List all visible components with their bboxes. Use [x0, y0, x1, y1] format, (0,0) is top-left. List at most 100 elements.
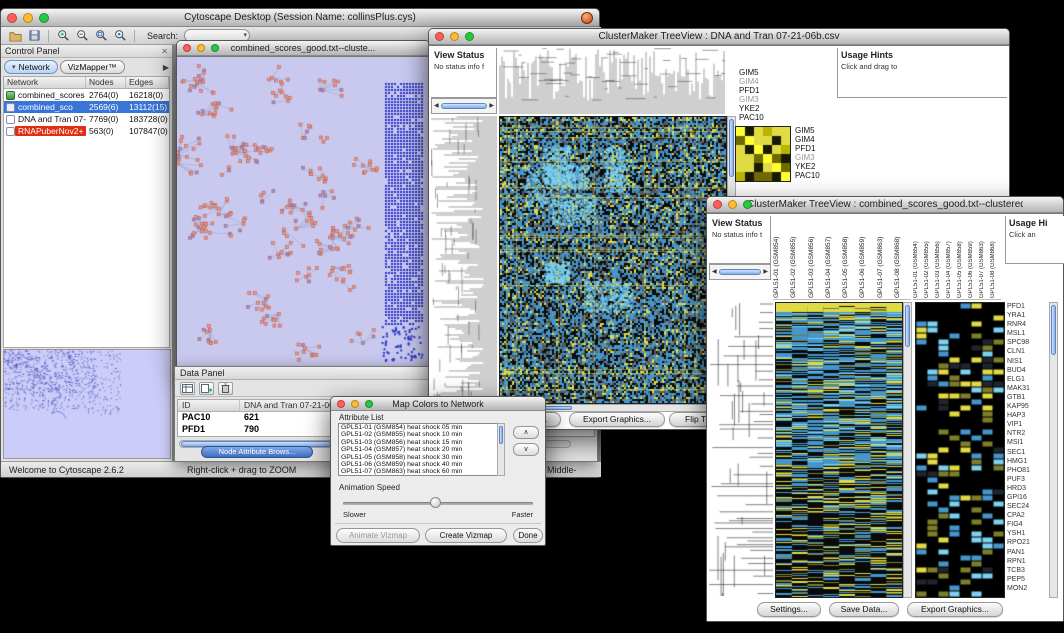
- vertical-scrollbar[interactable]: [903, 302, 912, 598]
- gene-label[interactable]: PEP5: [1007, 575, 1047, 584]
- scrollbar-thumb[interactable]: [729, 119, 734, 177]
- treeview-button[interactable]: Settings...: [757, 602, 821, 617]
- column-label[interactable]: GPL51-01 (GSM854): [913, 216, 924, 299]
- minimize-button[interactable]: [728, 200, 737, 209]
- move-up-button[interactable]: ∧: [513, 426, 539, 439]
- gene-label[interactable]: RPN1: [1007, 557, 1047, 566]
- column-label[interactable]: GPL51-02 (GSM855): [790, 216, 807, 299]
- vertical-scrollbar[interactable]: [497, 423, 505, 476]
- treeview-dna-titlebar[interactable]: ClusterMaker TreeView : DNA and Tran 07-…: [429, 29, 1009, 45]
- network-row[interactable]: RNAPuberNov2+ 563(0) 107847(0): [4, 125, 169, 137]
- gene-label[interactable]: CPA2: [1007, 511, 1047, 520]
- gene-label[interactable]: CLN1: [1007, 347, 1047, 356]
- gene-label[interactable]: TCB3: [1007, 566, 1047, 575]
- gene-label[interactable]: YKE2: [795, 162, 835, 171]
- attribute-list-item[interactable]: GPL51-01 (GSM854) heat shock 05 min: [341, 424, 503, 431]
- column-header-nodes[interactable]: Nodes: [86, 77, 126, 88]
- column-header-id[interactable]: ID: [178, 400, 240, 411]
- close-button[interactable]: [713, 200, 722, 209]
- zoom-button[interactable]: [211, 44, 219, 52]
- network-graph-canvas[interactable]: [177, 57, 429, 368]
- zoom-button[interactable]: [365, 400, 373, 408]
- left-arrow-icon[interactable]: ◀: [712, 269, 717, 275]
- attribute-list-item[interactable]: GPL51-06 (GSM859) heat shock 40 min: [341, 461, 503, 468]
- column-label[interactable]: GPL51-05 (GSM858): [957, 216, 968, 299]
- gene-label[interactable]: SEC1: [1007, 448, 1047, 457]
- column-dendrogram[interactable]: [499, 48, 725, 114]
- gene-label[interactable]: MON2: [1007, 584, 1047, 593]
- gene-label[interactable]: GIM4: [795, 135, 835, 144]
- gene-label[interactable]: NIS1: [1007, 357, 1047, 366]
- row-dendrogram[interactable]: [709, 302, 773, 596]
- gene-label[interactable]: MSI1: [1007, 438, 1047, 447]
- network-row-selected[interactable]: combined_sco 2569(6) 13112(15): [4, 101, 169, 113]
- network-overview-thumbnail[interactable]: [4, 350, 170, 458]
- column-label[interactable]: GPL51-03 (GSM856): [808, 216, 825, 299]
- vertical-scrollbar[interactable]: [1049, 302, 1058, 598]
- zoom-in-button[interactable]: [55, 28, 71, 43]
- column-header-edges[interactable]: Edges: [126, 77, 169, 88]
- gene-label[interactable]: RNR4: [1007, 320, 1047, 329]
- save-session-button[interactable]: [26, 28, 42, 43]
- scrollbar-thumb[interactable]: [905, 305, 910, 347]
- gene-label[interactable]: SPC98: [1007, 338, 1047, 347]
- mini-navigator[interactable]: ◀ ▶: [709, 264, 771, 280]
- treeview-button[interactable]: Export Graphics...: [569, 412, 665, 427]
- gene-label[interactable]: GPI16: [1007, 493, 1047, 502]
- open-session-button[interactable]: [7, 28, 23, 43]
- close-button[interactable]: [337, 400, 345, 408]
- mini-navigator[interactable]: ◀ ▶: [431, 98, 497, 114]
- column-label[interactable]: GPL51-06 (GSM859): [968, 216, 979, 299]
- gene-label[interactable]: PAC10: [739, 113, 785, 122]
- column-label[interactable]: GPL51-03 (GSM856): [935, 216, 946, 299]
- gene-label[interactable]: NTR2: [1007, 429, 1047, 438]
- column-label[interactable]: GPL51-06 (GSM859): [859, 216, 876, 299]
- scrollbar-thumb[interactable]: [499, 426, 503, 444]
- zoom-button[interactable]: [39, 13, 49, 23]
- gene-label[interactable]: ELG1: [1007, 375, 1047, 384]
- network-row[interactable]: DNA and Tran 07- 7769(0) 183728(0): [4, 113, 169, 125]
- gene-label[interactable]: GTB1: [1007, 393, 1047, 402]
- correlation-matrix-heatmap[interactable]: [736, 127, 790, 181]
- close-button[interactable]: [435, 32, 444, 41]
- gene-label[interactable]: BUD4: [1007, 366, 1047, 375]
- select-attributes-button[interactable]: [180, 382, 195, 395]
- gene-label[interactable]: YKE2: [739, 104, 785, 113]
- gene-label[interactable]: RPO21: [1007, 538, 1047, 547]
- treeview-button[interactable]: Export Graphics...: [907, 602, 1003, 617]
- gene-label[interactable]: HMG1: [1007, 457, 1047, 466]
- zoom-selected-button[interactable]: [112, 28, 128, 43]
- gene-label[interactable]: GIM3: [739, 95, 785, 104]
- chevron-right-icon[interactable]: ▶: [163, 63, 169, 72]
- gene-label[interactable]: KAP95: [1007, 402, 1047, 411]
- gene-label[interactable]: PAC10: [795, 171, 835, 180]
- zoom-fit-button[interactable]: [93, 28, 109, 43]
- gene-label[interactable]: PHO81: [1007, 466, 1047, 475]
- column-header-network[interactable]: Network: [4, 77, 86, 88]
- row-dendrogram[interactable]: [431, 116, 497, 402]
- treeview-combined-titlebar[interactable]: ClusterMaker TreeView : combined_scores_…: [707, 197, 1063, 213]
- column-label[interactable]: GPL51-04 (GSM857): [946, 216, 957, 299]
- create-attribute-button[interactable]: [199, 382, 214, 395]
- treeview-button[interactable]: Save Data...: [829, 602, 899, 617]
- gene-label[interactable]: PUF3: [1007, 475, 1047, 484]
- gene-label[interactable]: PAN1: [1007, 548, 1047, 557]
- close-button[interactable]: [183, 44, 191, 52]
- gene-label[interactable]: MAK31: [1007, 384, 1047, 393]
- right-arrow-icon[interactable]: ▶: [763, 269, 768, 275]
- animation-speed-slider[interactable]: [343, 497, 533, 509]
- gene-label[interactable]: FIG4: [1007, 520, 1047, 529]
- left-arrow-icon[interactable]: ◀: [434, 103, 439, 109]
- gene-label[interactable]: PFD1: [1007, 302, 1047, 311]
- attribute-list[interactable]: GPL51-01 (GSM854) heat shock 05 min GPL51…: [338, 423, 504, 476]
- gene-label[interactable]: GIM3: [795, 153, 835, 162]
- column-label[interactable]: GPL51-02 (GSM855): [924, 216, 935, 299]
- column-label[interactable]: GPL51-07 (GSM863): [877, 216, 894, 299]
- slider-knob[interactable]: [430, 497, 441, 508]
- gene-label[interactable]: MSL1: [1007, 329, 1047, 338]
- node-attribute-browser-button[interactable]: Node Attribute Brows...: [201, 446, 313, 458]
- column-label[interactable]: GPL51-08 (GSM868): [990, 216, 1001, 299]
- network-overview-panel[interactable]: [3, 349, 171, 459]
- main-titlebar[interactable]: Cytoscape Desktop (Session Name: collins…: [1, 9, 599, 27]
- gene-label[interactable]: PFD1: [739, 86, 785, 95]
